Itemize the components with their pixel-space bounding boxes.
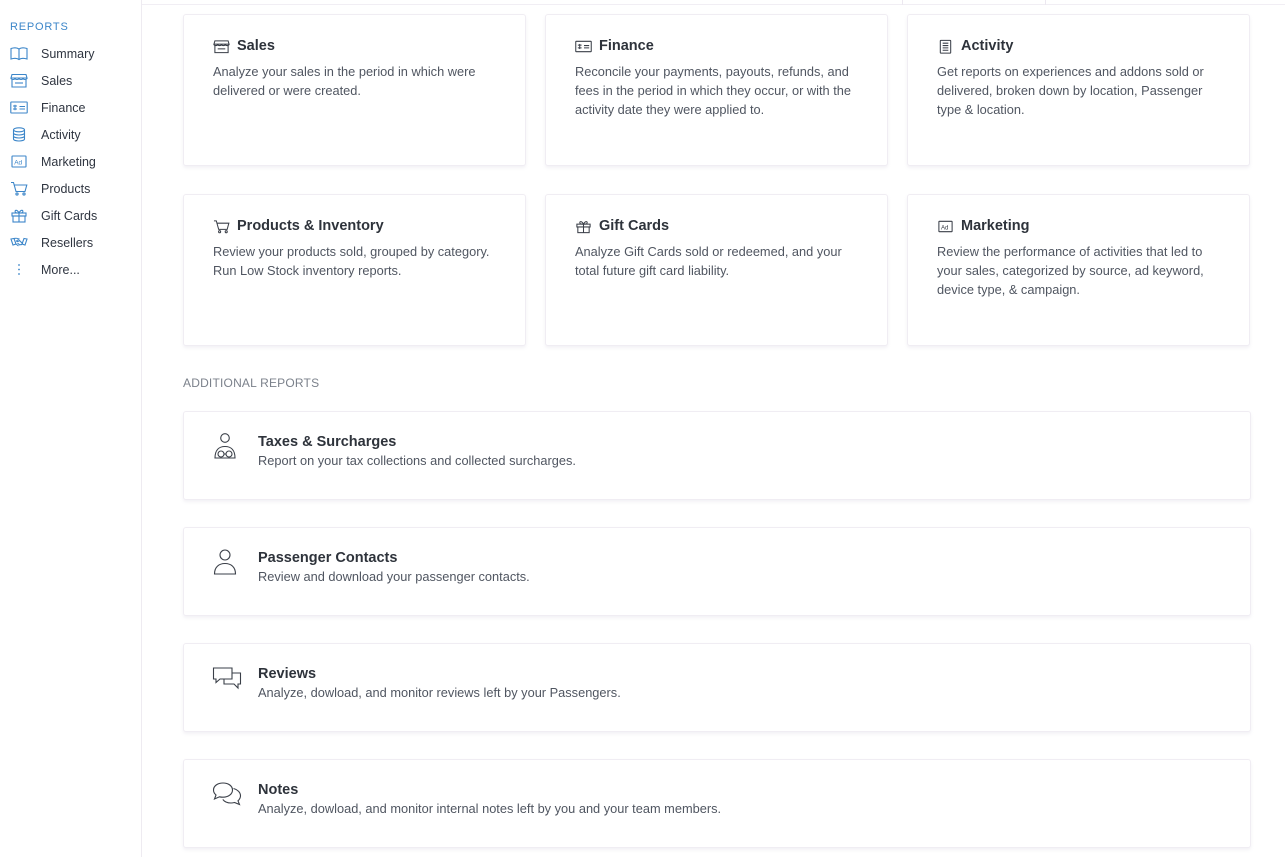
card-description: Review your products sold, grouped by ca… <box>213 244 490 278</box>
additional-reports-heading: ADDITIONAL REPORTS <box>183 376 320 390</box>
report-description: Analyze, dowload, and monitor reviews le… <box>258 685 621 700</box>
card-activity[interactable]: Activity Get reports on experiences and … <box>907 14 1250 166</box>
gift-icon <box>575 218 593 234</box>
report-title: Passenger Contacts <box>258 550 398 566</box>
sidebar-item-gift-cards[interactable]: Gift Cards <box>0 202 141 229</box>
ad-icon: Ad <box>937 218 955 234</box>
svg-text:Ad: Ad <box>14 160 22 167</box>
card-marketing[interactable]: Ad Marketing Review the performance of a… <box>907 194 1250 346</box>
card-description: Get reports on experiences and addons so… <box>937 64 1204 117</box>
card-description: Reconcile your payments, payouts, refund… <box>575 64 851 117</box>
cart-icon <box>10 181 28 196</box>
sidebar-item-sales[interactable]: Sales <box>0 67 141 94</box>
report-title: Notes <box>258 782 299 798</box>
report-notes[interactable]: Notes Analyze, dowload, and monitor inte… <box>183 759 1251 848</box>
top-border <box>142 0 1285 5</box>
report-description: Analyze, dowload, and monitor internal n… <box>258 801 722 816</box>
card-title: Sales <box>237 38 275 54</box>
sidebar-item-label: Finance <box>41 101 86 115</box>
card-sales[interactable]: Sales Analyze your sales in the period i… <box>183 14 526 166</box>
cart-icon <box>213 218 231 234</box>
report-description: Report on your tax collections and colle… <box>258 453 576 468</box>
card-description: Analyze your sales in the period in whic… <box>213 64 476 98</box>
sidebar-item-label: Gift Cards <box>41 209 98 223</box>
user-icon <box>212 548 242 578</box>
card-products-inventory[interactable]: Products & Inventory Review your product… <box>183 194 526 346</box>
database-icon <box>10 127 28 142</box>
card-title: Activity <box>961 38 1014 54</box>
sidebar-item-resellers[interactable]: Resellers <box>0 229 141 256</box>
sidebar-item-label: Sales <box>41 74 73 88</box>
reports-sidebar: REPORTS Summary Sales Finance Activity A… <box>0 0 142 857</box>
sidebar-item-activity[interactable]: Activity <box>0 121 141 148</box>
cheque-icon <box>10 100 28 115</box>
gift-icon <box>10 208 28 223</box>
sidebar-item-marketing[interactable]: Ad Marketing <box>0 148 141 175</box>
card-title: Products & Inventory <box>237 218 384 234</box>
card-gift-cards[interactable]: Gift Cards Analyze Gift Cards sold or re… <box>545 194 888 346</box>
ad-icon: Ad <box>10 154 28 169</box>
store-icon <box>213 38 231 54</box>
card-title: Finance <box>599 38 654 54</box>
report-title: Taxes & Surcharges <box>258 434 397 450</box>
more-vertical-icon <box>10 262 28 277</box>
card-finance[interactable]: Finance Reconcile your payments, payouts… <box>545 14 888 166</box>
store-icon <box>10 73 28 88</box>
sidebar-item-label: Marketing <box>41 155 96 169</box>
clipboard-list-icon <box>937 38 955 54</box>
sidebar-item-label: Products <box>41 182 91 196</box>
svg-text:Ad: Ad <box>941 224 949 231</box>
report-description: Review and download your passenger conta… <box>258 569 530 584</box>
report-taxes-surcharges[interactable]: Taxes & Surcharges Report on your tax co… <box>183 411 1251 500</box>
sidebar-item-label: Resellers <box>41 236 94 250</box>
sidebar-item-more[interactable]: More... <box>0 256 141 283</box>
card-description: Review the performance of activities tha… <box>937 244 1204 297</box>
cheque-icon <box>575 38 593 54</box>
sidebar-item-label: More... <box>41 263 80 277</box>
accountant-icon <box>212 432 242 462</box>
report-reviews[interactable]: Reviews Analyze, dowload, and monitor re… <box>183 643 1251 732</box>
card-title: Gift Cards <box>599 218 670 234</box>
sidebar-item-label: Activity <box>41 128 81 142</box>
handshake-icon <box>10 235 28 250</box>
sidebar-item-label: Summary <box>41 47 95 61</box>
report-passenger-contacts[interactable]: Passenger Contacts Review and download y… <box>183 527 1251 616</box>
report-title: Reviews <box>258 666 317 682</box>
card-title: Marketing <box>961 218 1030 234</box>
comments-icon <box>212 780 242 810</box>
sidebar-item-summary[interactable]: Summary <box>0 40 141 67</box>
book-icon <box>10 46 28 61</box>
card-description: Analyze Gift Cards sold or redeemed, and… <box>575 244 842 278</box>
sidebar-item-finance[interactable]: Finance <box>0 94 141 121</box>
chat-bubbles-icon <box>212 664 242 694</box>
sidebar-heading: REPORTS <box>10 21 69 33</box>
sidebar-item-products[interactable]: Products <box>0 175 141 202</box>
